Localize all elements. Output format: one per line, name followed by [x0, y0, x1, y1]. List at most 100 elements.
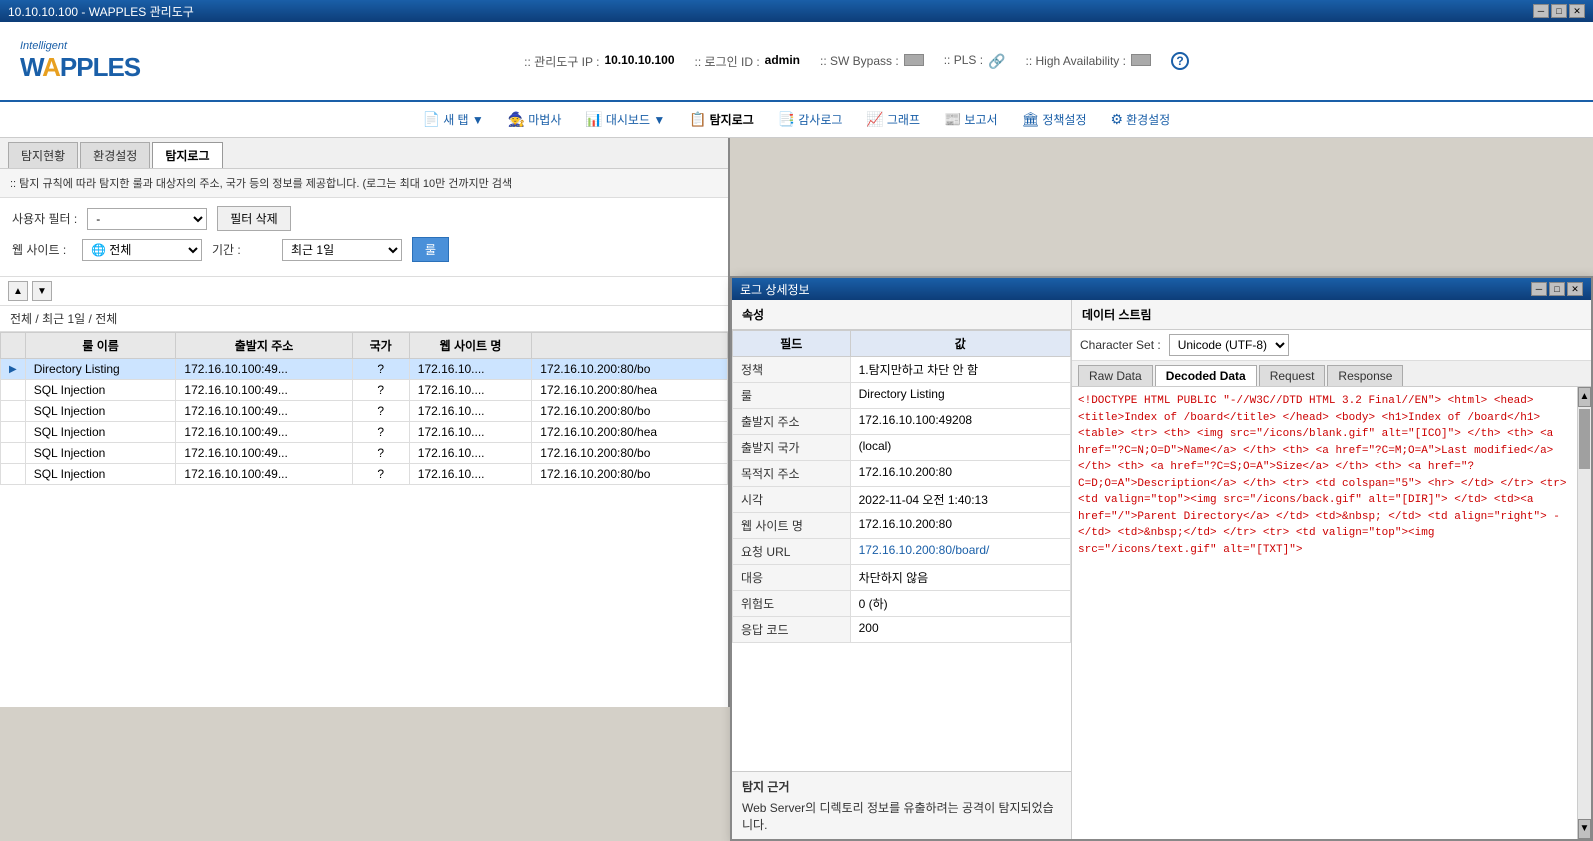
sort-down-btn[interactable]: ▼	[32, 281, 52, 301]
period-label: 기간 :	[212, 241, 272, 258]
row-site: 172.16.10....	[409, 443, 531, 464]
help-btn[interactable]: ?	[1171, 52, 1189, 70]
ip-label: :: 관리도구 IP :	[524, 53, 599, 70]
table-row[interactable]: SQL Injection 172.16.10.100:49... ? 172.…	[1, 401, 728, 422]
logo-wapples: WAPPLES	[20, 52, 140, 83]
prop-field: 룰	[733, 383, 851, 409]
prop-field: 출발지 국가	[733, 435, 851, 461]
nav-audit-log[interactable]: 📑 감사로그	[768, 107, 853, 132]
nav-new-tab[interactable]: 📄 새 탭 ▼	[413, 107, 494, 132]
row-country: ?	[352, 422, 409, 443]
modal-close-btn[interactable]: ✕	[1567, 282, 1583, 296]
policy-icon: 🏛	[1022, 111, 1040, 128]
props-header-row: 필드 값	[733, 331, 1071, 357]
table-row[interactable]: SQL Injection 172.16.10.100:49... ? 172.…	[1, 422, 728, 443]
scrollbar-down[interactable]: ▼	[1578, 819, 1591, 839]
prop-value: 200	[850, 617, 1070, 643]
ds-tab-decoded[interactable]: Decoded Data	[1155, 365, 1257, 386]
nav-graph[interactable]: 📈 그래프	[856, 107, 930, 132]
filter-delete-btn[interactable]: 필터 삭제	[217, 206, 291, 231]
table-row[interactable]: SQL Injection 172.16.10.100:49... ? 172.…	[1, 443, 728, 464]
tab-detection-status[interactable]: 탐지현황	[8, 142, 78, 168]
url-link[interactable]: 172.16.10.200:80/board/	[859, 543, 990, 557]
prop-value: 172.16.10.100:49208	[850, 409, 1070, 435]
tab-detection-log[interactable]: 탐지로그	[152, 142, 222, 168]
filter-row-1: 사용자 필터 : - 필터 삭제	[12, 206, 716, 231]
help-icon[interactable]: ?	[1171, 52, 1189, 70]
pls-label: :: PLS :	[944, 53, 983, 70]
col-header-url	[532, 333, 728, 359]
ds-tab-request[interactable]: Request	[1259, 365, 1326, 386]
row-indicator	[1, 464, 26, 485]
scrollbar-up[interactable]: ▲	[1578, 387, 1591, 407]
prop-field: 응답 코드	[733, 617, 851, 643]
tab-bar: 탐지현황 환경설정 탐지로그	[0, 138, 728, 169]
nav-policy[interactable]: 🏛 정책설정	[1012, 107, 1097, 132]
modal-title-bar: 로그 상세정보 ─ □ ✕	[732, 278, 1591, 300]
tab-env-settings[interactable]: 환경설정	[80, 142, 150, 168]
ds-tab-raw[interactable]: Raw Data	[1078, 365, 1153, 386]
row-indicator	[1, 401, 26, 422]
col-header-country: 국가	[352, 333, 409, 359]
window-title: 10.10.10.100 - WAPPLES 관리도구	[8, 3, 194, 20]
modal-min-btn[interactable]: ─	[1531, 282, 1547, 296]
report-icon: 📰	[944, 111, 961, 128]
close-btn[interactable]: ✕	[1569, 4, 1585, 18]
prop-value: (local)	[850, 435, 1070, 461]
row-country: ?	[352, 359, 409, 380]
header-info: :: 관리도구 IP : 10.10.10.100 :: 로그인 ID : ad…	[140, 52, 1573, 70]
period-select[interactable]: 최근 1일	[282, 239, 402, 261]
nav-wizard[interactable]: 🧙 마법사	[498, 107, 572, 132]
logo-area: Intelligent WAPPLES	[20, 40, 140, 83]
prop-field: 시각	[733, 487, 851, 513]
nav-report[interactable]: 📰 보고서	[934, 107, 1008, 132]
row-src: 172.16.10.100:49...	[176, 464, 352, 485]
main-panel: 탐지현황 환경설정 탐지로그 :: 탐지 규칙에 따라 탐지한 룰과 대상자의 …	[0, 138, 730, 707]
nav-dashboard-label: 대시보드 ▼	[606, 111, 665, 128]
scrollbar-thumb[interactable]	[1579, 409, 1590, 469]
nav-report-label: 보고서	[964, 111, 997, 128]
header-bar: Intelligent WAPPLES :: 관리도구 IP : 10.10.1…	[0, 22, 1593, 102]
ds-charset-select[interactable]: Unicode (UTF-8)	[1169, 334, 1289, 356]
row-country: ?	[352, 443, 409, 464]
prop-field: 대응	[733, 565, 851, 591]
props-col-field: 필드	[733, 331, 851, 357]
bypass-info: :: SW Bypass :	[820, 54, 924, 68]
detection-reason: 탐지 근거 Web Server의 디렉토리 정보를 유출하려는 공격이 탐지되…	[732, 771, 1071, 839]
row-indicator	[1, 380, 26, 401]
table-header-row: 룰 이름 출발지 주소 국가 웹 사이트 명	[1, 333, 728, 359]
props-row: 룰 Directory Listing	[733, 383, 1071, 409]
maximize-btn[interactable]: □	[1551, 4, 1567, 18]
user-filter-select[interactable]: -	[87, 208, 207, 230]
nav-env[interactable]: ⚙ 환경설정	[1101, 107, 1181, 132]
log-table-container: 룰 이름 출발지 주소 국가 웹 사이트 명 ▶ Directory Listi…	[0, 332, 728, 707]
ds-tab-response[interactable]: Response	[1327, 365, 1403, 386]
col-header-src: 출발지 주소	[176, 333, 352, 359]
table-row[interactable]: ▶ Directory Listing 172.16.10.100:49... …	[1, 359, 728, 380]
row-src: 172.16.10.100:49...	[176, 443, 352, 464]
prop-field: 웹 사이트 명	[733, 513, 851, 539]
nav-dashboard[interactable]: 📊 대시보드 ▼	[575, 107, 675, 132]
nav-detection-log[interactable]: 📋 탐지로그	[679, 107, 764, 132]
minimize-btn[interactable]: ─	[1533, 4, 1549, 18]
log-table: 룰 이름 출발지 주소 국가 웹 사이트 명 ▶ Directory Listi…	[0, 332, 728, 485]
detection-reason-title: 탐지 근거	[742, 778, 1061, 795]
prop-field: 목적지 주소	[733, 461, 851, 487]
table-row[interactable]: SQL Injection 172.16.10.100:49... ? 172.…	[1, 464, 728, 485]
prop-field: 정책	[733, 357, 851, 383]
website-select[interactable]: 🌐 전체	[82, 239, 202, 261]
ds-scrollbar[interactable]: ▲ ▼	[1577, 387, 1591, 839]
filter-area: 사용자 필터 : - 필터 삭제 웹 사이트 : 🌐 전체 기간 : 최근 1일…	[0, 198, 728, 277]
search-btn[interactable]: 룰	[412, 237, 449, 262]
sort-up-btn[interactable]: ▲	[8, 281, 28, 301]
row-rule: SQL Injection	[25, 443, 176, 464]
content-area: 탐지현황 환경설정 탐지로그 :: 탐지 규칙에 따라 탐지한 룰과 대상자의 …	[0, 138, 1593, 707]
nav-policy-label: 정책설정	[1042, 111, 1086, 128]
id-label: :: 로그인 ID :	[695, 53, 760, 70]
props-scroll: 필드 값 정책 1.탐지만하고 차단 안 함 룰 Directory Listi…	[732, 330, 1071, 771]
table-row[interactable]: SQL Injection 172.16.10.100:49... ? 172.…	[1, 380, 728, 401]
row-indicator	[1, 443, 26, 464]
modal-max-btn[interactable]: □	[1549, 282, 1565, 296]
row-country: ?	[352, 401, 409, 422]
ha-label: :: High Availability :	[1025, 54, 1126, 68]
